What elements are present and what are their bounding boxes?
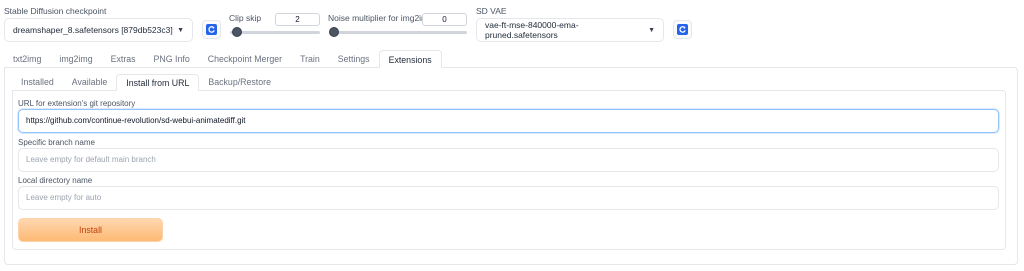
tab-backup-restore[interactable]: Backup/Restore [199, 74, 280, 91]
checkpoint-select[interactable]: dreamshaper_8.safetensors [879db523c3] ▼ [4, 18, 193, 42]
checkpoint-value: dreamshaper_8.safetensors [879db523c3] [13, 25, 173, 35]
url-label: URL for extension's git repository [18, 99, 136, 108]
extensions-sub-tab-bar: Installed Available Install from URL Bac… [12, 74, 280, 91]
vae-label: SD VAE [476, 6, 507, 16]
main-tab-bar: txt2img img2img Extras PNG Info Checkpoi… [4, 50, 442, 68]
tab-extras[interactable]: Extras [102, 50, 145, 68]
tab-png-info[interactable]: PNG Info [145, 50, 199, 68]
branch-input-placeholder: Leave empty for default main branch [26, 155, 156, 164]
checkpoint-refresh-button[interactable] [202, 20, 221, 39]
noise-multiplier-input[interactable]: 0 [422, 13, 467, 26]
tab-train[interactable]: Train [291, 50, 329, 68]
refresh-icon [206, 24, 217, 35]
vae-value: vae-ft-mse-840000-ema-pruned.safetensors [485, 20, 579, 40]
chevron-down-icon: ▼ [177, 26, 184, 34]
branch-input[interactable]: Leave empty for default main branch [18, 148, 999, 172]
tab-settings[interactable]: Settings [329, 50, 379, 68]
tab-img2img[interactable]: img2img [50, 50, 101, 68]
tab-installed[interactable]: Installed [12, 74, 63, 91]
refresh-icon [677, 24, 688, 35]
tab-checkpoint-merger[interactable]: Checkpoint Merger [199, 50, 291, 68]
clip-skip-slider-track[interactable] [230, 31, 320, 34]
clip-skip-input[interactable]: 2 [275, 13, 320, 26]
url-input-value: https://github.com/continue-revolution/s… [26, 116, 246, 125]
branch-label: Specific branch name [18, 138, 95, 147]
clip-skip-label: Clip skip [229, 13, 262, 23]
noise-multiplier-slider-handle[interactable] [329, 27, 339, 37]
noise-multiplier-label: Noise multiplier for img2img [328, 13, 433, 23]
vae-select[interactable]: vae-ft-mse-840000-ema-pruned.safetensors… [476, 18, 664, 42]
clip-skip-slider-handle[interactable] [232, 27, 243, 37]
chevron-down-icon: ▼ [648, 26, 655, 34]
directory-input[interactable]: Leave empty for auto [18, 186, 999, 210]
tab-extensions[interactable]: Extensions [378, 50, 442, 68]
vae-refresh-button[interactable] [673, 20, 692, 39]
install-button[interactable]: Install [18, 218, 163, 242]
checkpoint-label: Stable Diffusion checkpoint [4, 6, 107, 16]
tab-txt2img[interactable]: txt2img [4, 50, 50, 68]
tab-available[interactable]: Available [63, 74, 117, 91]
url-input[interactable]: https://github.com/continue-revolution/s… [18, 109, 999, 133]
tab-install-from-url[interactable]: Install from URL [116, 74, 200, 91]
noise-multiplier-slider-track[interactable] [330, 31, 467, 34]
directory-input-placeholder: Leave empty for auto [26, 193, 102, 202]
directory-label: Local directory name [18, 176, 93, 185]
